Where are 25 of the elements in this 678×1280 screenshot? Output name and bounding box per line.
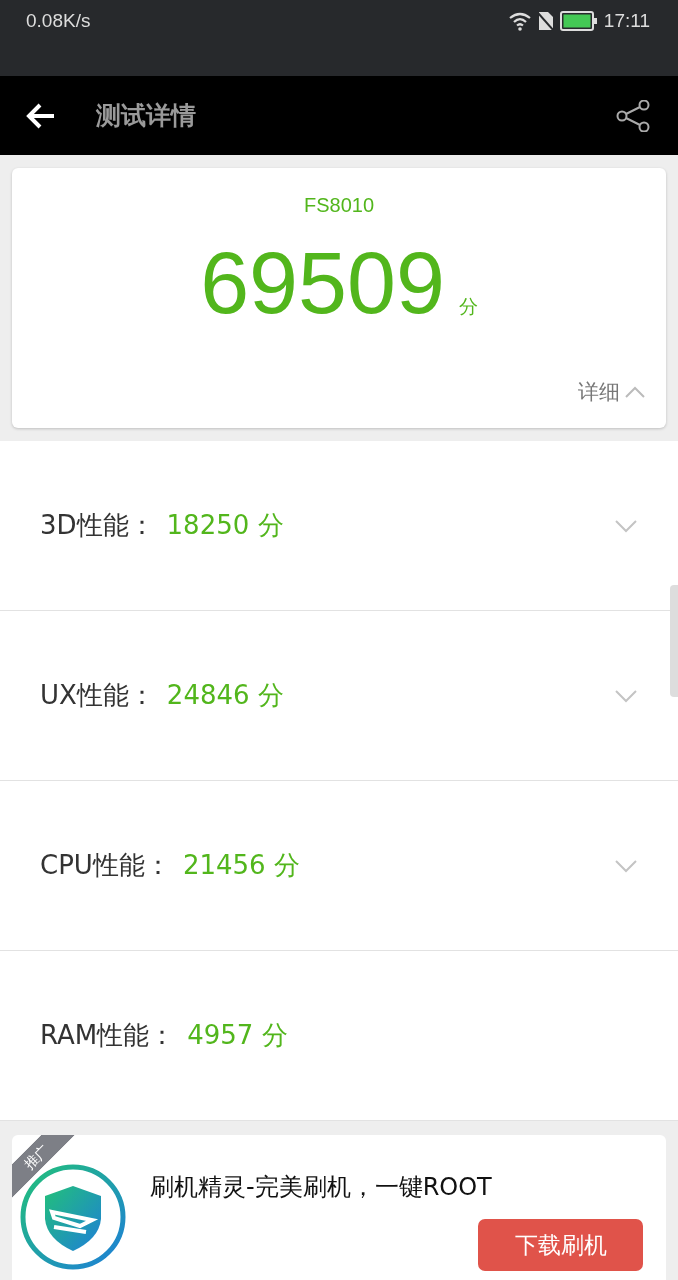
chevron-up-icon	[624, 385, 646, 399]
battery-icon	[559, 11, 598, 31]
category-label: UX性能：	[40, 679, 155, 712]
scrollbar[interactable]	[670, 585, 678, 697]
category-label: RAM性能：	[40, 1019, 176, 1052]
ad-title: 刷机精灵-完美刷机，一键ROOT	[150, 1172, 492, 1203]
wifi-icon	[507, 11, 532, 31]
detail-toggle[interactable]: 详细	[578, 378, 646, 406]
download-button[interactable]: 下载刷机	[478, 1219, 643, 1271]
category-label: 3D性能：	[40, 509, 155, 542]
category-score: 24846 分	[166, 679, 285, 712]
back-icon[interactable]	[26, 102, 56, 129]
category-score: 18250 分	[166, 509, 285, 542]
clock: 17:11	[603, 10, 650, 32]
no-sim-icon	[537, 11, 554, 31]
network-speed: 0.08K/s	[26, 10, 91, 32]
score-unit: 分	[458, 294, 478, 319]
device-name: FS8010	[303, 194, 375, 217]
share-icon[interactable]	[616, 99, 650, 132]
ad-card[interactable]: 推广 刷机精灵-完美刷机，一键ROOT 下载刷机	[12, 1135, 666, 1280]
screen-title: 测试详情	[96, 100, 197, 132]
category-score: 4957 分	[187, 1019, 289, 1052]
category-score: 21456 分	[182, 849, 301, 882]
category-label: CPU性能：	[40, 849, 171, 882]
total-score: 69509	[200, 239, 445, 327]
